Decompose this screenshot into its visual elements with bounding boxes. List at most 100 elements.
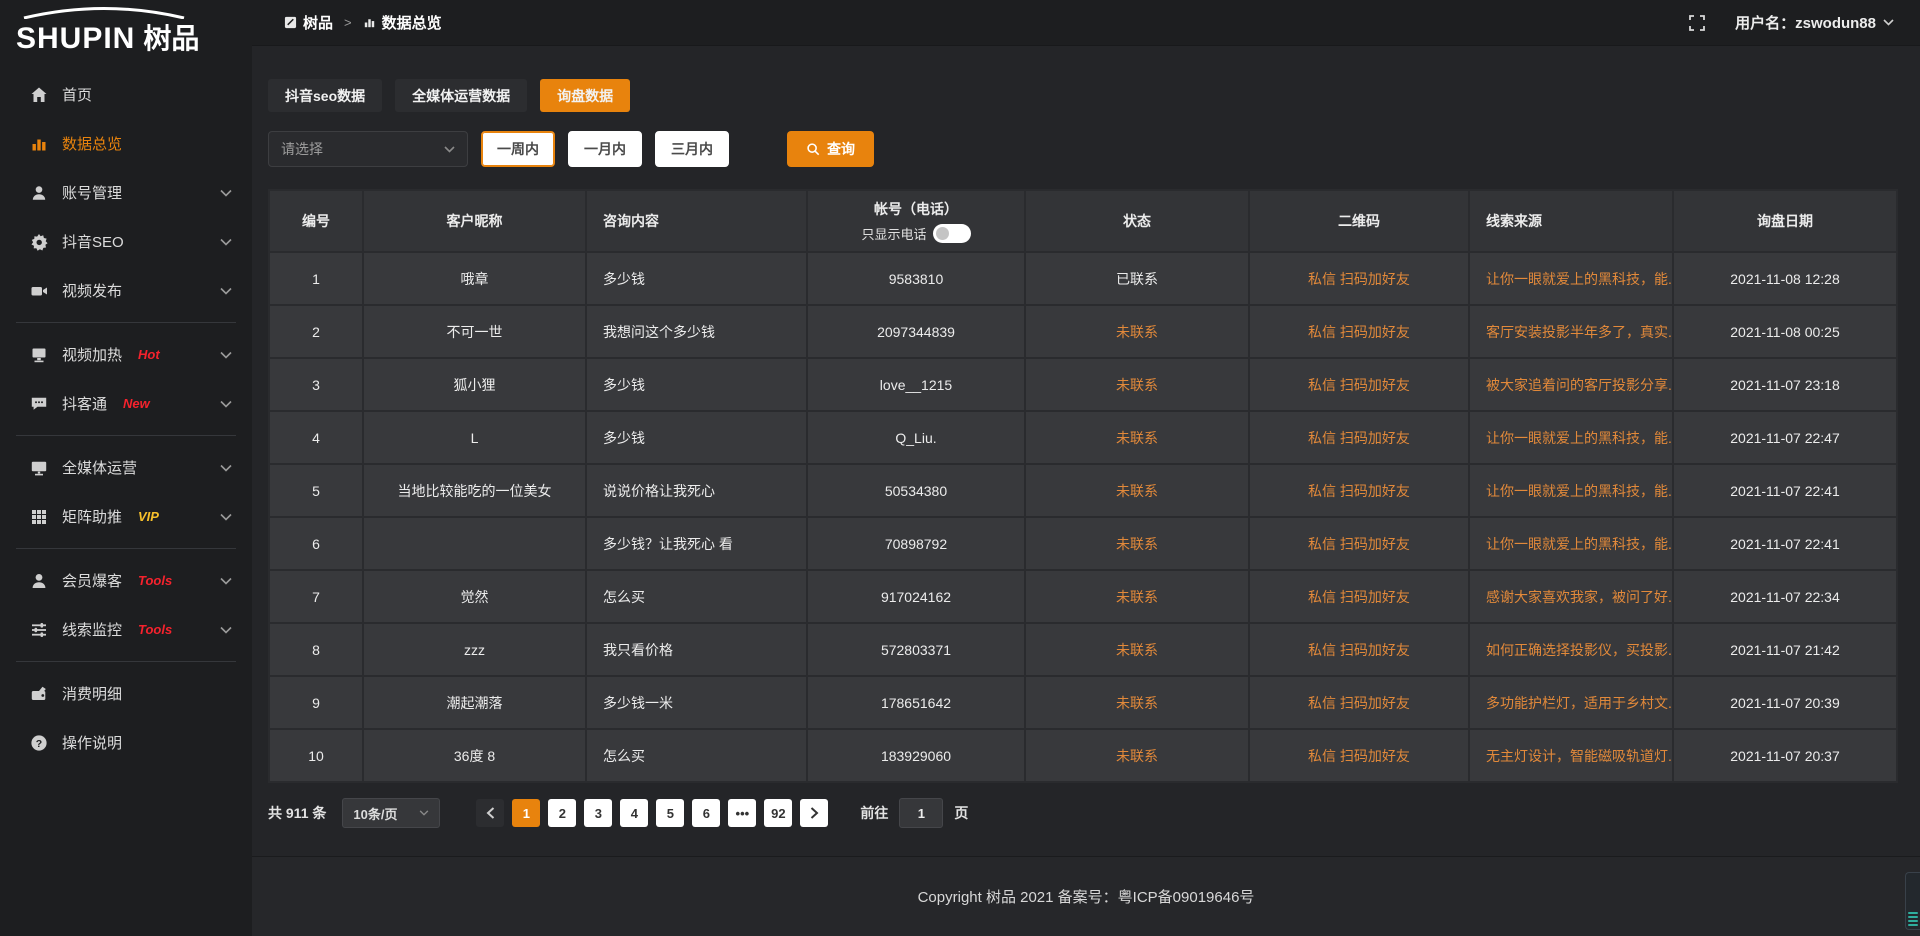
- cell-account: love__1215: [808, 359, 1026, 412]
- fullscreen-icon: [1689, 15, 1705, 31]
- sidebar-item-help[interactable]: ?操作说明: [0, 718, 252, 767]
- sidebar-item-chart[interactable]: 数据总览: [0, 119, 252, 168]
- tab-0[interactable]: 抖音seo数据: [268, 79, 382, 112]
- user-menu[interactable]: 用户名：zswodun88: [1735, 12, 1894, 33]
- breadcrumb-home[interactable]: 树品: [284, 12, 333, 33]
- sidebar-item-home[interactable]: 首页: [0, 70, 252, 119]
- phone-only-toggle[interactable]: [933, 224, 971, 243]
- sidebar-item-label: 线索监控: [62, 619, 122, 640]
- app-root: SHUPIN 树品 首页数据总览账号管理抖音SEO视频发布视频加热Hot抖客通N…: [0, 0, 1920, 936]
- topbar: 树品 > 数据总览 用户名：zswodun88: [252, 0, 1920, 46]
- fullscreen-button[interactable]: [1689, 15, 1705, 31]
- logo-text: SHUPIN 树品: [16, 17, 252, 57]
- floating-widget[interactable]: [1905, 872, 1920, 930]
- page-button-1[interactable]: 1: [512, 799, 540, 827]
- cell-qrcode[interactable]: 私信 扫码加好友: [1250, 412, 1470, 465]
- page-button-5[interactable]: 5: [656, 799, 684, 827]
- sidebar-item-member[interactable]: 会员爆客 Tools: [0, 556, 252, 605]
- page-button-3[interactable]: 3: [584, 799, 612, 827]
- cell-status: 未联系: [1026, 571, 1250, 624]
- sidebar-item-sliders[interactable]: 线索监控Tools: [0, 605, 252, 654]
- pagination: 共 911 条 10条/页 123456•••92 前往 1 页: [268, 798, 1898, 828]
- cell-source[interactable]: 让你一眼就爱上的黑科技，能...: [1470, 518, 1674, 571]
- footer: Copyright 树品 2021 备案号：粤ICP备09019646号: [252, 856, 1920, 936]
- cell-status: 未联系: [1026, 677, 1250, 730]
- page-button-4[interactable]: 4: [620, 799, 648, 827]
- table-row: 4L多少钱Q_Liu.未联系私信 扫码加好友让你一眼就爱上的黑科技，能...20…: [270, 412, 1898, 465]
- sidebar-item-monitor[interactable]: 全媒体运营: [0, 443, 252, 492]
- table-row: 3狐小狸多少钱love__1215未联系私信 扫码加好友被大家追着问的客厅投影分…: [270, 359, 1898, 412]
- cell-status: 未联系: [1026, 624, 1250, 677]
- cell-account: 178651642: [808, 677, 1026, 730]
- cell-qrcode[interactable]: 私信 扫码加好友: [1250, 253, 1470, 306]
- cell-source[interactable]: 如何正确选择投影仪，买投影...: [1470, 624, 1674, 677]
- cell-qrcode[interactable]: 私信 扫码加好友: [1250, 306, 1470, 359]
- widget-bar: [1908, 924, 1918, 926]
- sidebar-item-chat[interactable]: 抖客通New: [0, 379, 252, 428]
- cell-date: 2021-11-07 23:18: [1674, 359, 1898, 412]
- sidebar-item-publish[interactable]: 视频发布: [0, 266, 252, 315]
- cell-nickname: 哦章: [364, 253, 587, 306]
- tab-2[interactable]: 询盘数据: [540, 79, 630, 112]
- column-header-2: 咨询内容: [587, 191, 808, 253]
- range-button-0[interactable]: 一周内: [481, 131, 555, 167]
- sidebar-item-user[interactable]: 账号管理: [0, 168, 252, 217]
- cell-source[interactable]: 让你一眼就爱上的黑科技，能...: [1470, 412, 1674, 465]
- cell-qrcode[interactable]: 私信 扫码加好友: [1250, 677, 1470, 730]
- expense-icon: [30, 685, 48, 703]
- cell-qrcode[interactable]: 私信 扫码加好友: [1250, 571, 1470, 624]
- sidebar-item-grid[interactable]: 矩阵助推VIP: [0, 492, 252, 541]
- chevron-down-icon: [220, 464, 232, 472]
- cell-status: 未联系: [1026, 518, 1250, 571]
- sidebar-item-heat[interactable]: 视频加热Hot: [0, 330, 252, 379]
- sidebar-item-badge: Tools: [138, 573, 172, 588]
- breadcrumb-current[interactable]: 数据总览: [363, 12, 442, 33]
- monitor-icon: [30, 459, 48, 477]
- prev-page-button[interactable]: [476, 799, 504, 827]
- next-page-button[interactable]: [800, 799, 828, 827]
- cell-qrcode[interactable]: 私信 扫码加好友: [1250, 518, 1470, 571]
- cell-source[interactable]: 无主灯设计，智能磁吸轨道灯...: [1470, 730, 1674, 783]
- grid-icon: [30, 508, 48, 526]
- account-select[interactable]: 请选择: [268, 131, 468, 167]
- cell-nickname: 当地比较能吃的一位美女: [364, 465, 587, 518]
- cell-no: 9: [270, 677, 364, 730]
- chevron-down-icon: [220, 513, 232, 521]
- page-ellipsis[interactable]: •••: [728, 799, 756, 827]
- chevron-down-icon: [220, 287, 232, 295]
- search-button[interactable]: 查询: [787, 131, 874, 167]
- help-icon: ?: [30, 734, 48, 752]
- goto-page-input[interactable]: 1: [899, 798, 943, 828]
- brand-logo[interactable]: SHUPIN 树品: [0, 0, 252, 60]
- cell-qrcode[interactable]: 私信 扫码加好友: [1250, 624, 1470, 677]
- range-button-1[interactable]: 一月内: [568, 131, 642, 167]
- sidebar-item-label: 会员爆客: [62, 570, 122, 591]
- sidebar-item-expense[interactable]: 消费明细: [0, 669, 252, 718]
- column-header-6: 线索来源: [1470, 191, 1674, 253]
- cell-source[interactable]: 让你一眼就爱上的黑科技，能...: [1470, 253, 1674, 306]
- sidebar-item-gear[interactable]: 抖音SEO: [0, 217, 252, 266]
- page-button-2[interactable]: 2: [548, 799, 576, 827]
- cell-source[interactable]: 客厅安装投影半年多了，真实...: [1470, 306, 1674, 359]
- cell-qrcode[interactable]: 私信 扫码加好友: [1250, 730, 1470, 783]
- breadcrumb: 树品 > 数据总览: [284, 12, 442, 33]
- cell-source[interactable]: 多功能护栏灯，适用于乡村文...: [1470, 677, 1674, 730]
- cell-source[interactable]: 让你一眼就爱上的黑科技，能...: [1470, 465, 1674, 518]
- cell-no: 10: [270, 730, 364, 783]
- sliders-icon: [30, 621, 48, 639]
- sidebar-item-label: 视频加热: [62, 344, 122, 365]
- range-button-2[interactable]: 三月内: [655, 131, 729, 167]
- chevron-down-icon: [220, 351, 232, 359]
- page-size-select[interactable]: 10条/页: [342, 798, 440, 828]
- tab-1[interactable]: 全媒体运营数据: [395, 79, 527, 112]
- cell-qrcode[interactable]: 私信 扫码加好友: [1250, 465, 1470, 518]
- page-button-92[interactable]: 92: [764, 799, 792, 827]
- cell-no: 1: [270, 253, 364, 306]
- sidebar-divider: [16, 322, 236, 323]
- cell-source[interactable]: 被大家追着问的客厅投影分享...: [1470, 359, 1674, 412]
- table-row: 8zzz我只看价格572803371未联系私信 扫码加好友如何正确选择投影仪，买…: [270, 624, 1898, 677]
- cell-content: 多少钱一米: [587, 677, 808, 730]
- cell-qrcode[interactable]: 私信 扫码加好友: [1250, 359, 1470, 412]
- cell-source[interactable]: 感谢大家喜欢我家，被问了好...: [1470, 571, 1674, 624]
- page-button-6[interactable]: 6: [692, 799, 720, 827]
